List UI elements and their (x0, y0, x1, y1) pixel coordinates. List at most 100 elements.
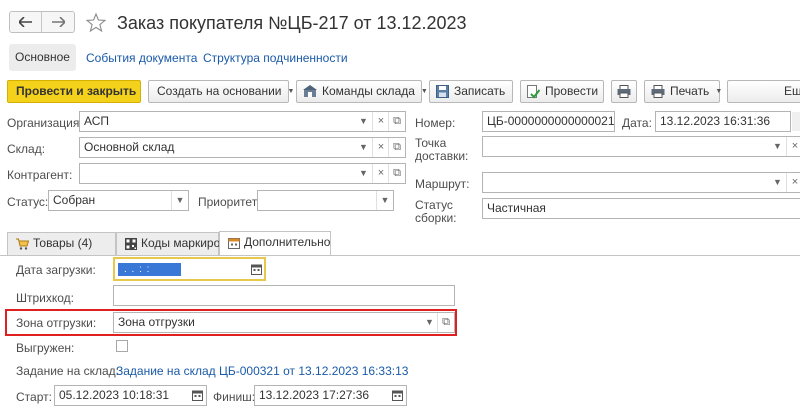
print-label: Печать (670, 84, 710, 98)
finish-label: Финиш: (213, 390, 256, 404)
route-clear-button[interactable]: × (786, 173, 800, 192)
dropdown-arrow-icon: ▼ (287, 88, 295, 96)
counterparty-open-button[interactable]: ⧉ (388, 164, 405, 183)
organization-field[interactable]: АСП ▼ × ⧉ (79, 111, 406, 132)
assembly-status-label-line1: Статус (415, 198, 453, 212)
delivery-point-clear-button[interactable]: × (786, 137, 800, 156)
status-value: Собран (53, 193, 96, 207)
assembly-status-label: Статус сборки: (415, 199, 457, 225)
dropdown-arrow-icon: ▼ (715, 88, 723, 96)
quick-print-button[interactable] (611, 80, 637, 103)
shipping-zone-open-button[interactable]: ⧉ (437, 313, 454, 332)
load-date-label: Дата загрузки: (16, 263, 96, 277)
priority-dropdown-button[interactable]: ▼ (376, 191, 393, 210)
warehouse-open-button[interactable]: ⧉ (388, 138, 405, 157)
warehouse-dropdown-button[interactable]: ▼ (355, 138, 372, 157)
favorite-star-icon[interactable] (86, 13, 106, 32)
date-calendar-button[interactable] (792, 112, 800, 131)
load-date-selection: . . : : (118, 263, 181, 276)
arrow-right-icon (51, 17, 65, 27)
save-button[interactable]: Записать (429, 80, 513, 103)
warehouse-commands-button[interactable]: Команды склада ▼ (296, 80, 428, 103)
counterparty-clear-button[interactable]: × (372, 164, 389, 183)
delivery-point-label: Точка доставки: (415, 137, 468, 163)
barcode-label: Штрихкод: (16, 291, 75, 305)
delivery-point-label-line1: Точка (415, 136, 447, 150)
more-button[interactable]: Еще (727, 80, 800, 103)
route-label: Маршрут: (415, 177, 470, 191)
counterparty-field[interactable]: ▼ × ⧉ (79, 163, 406, 184)
create-based-on-button[interactable]: Создать на основании ▼ (148, 80, 294, 103)
barcode-field[interactable] (113, 285, 455, 306)
forward-button[interactable] (42, 12, 74, 32)
organization-dropdown-button[interactable]: ▼ (355, 112, 372, 131)
calendar-icon (192, 390, 203, 401)
status-field[interactable]: Собран ▼ (48, 190, 189, 211)
warehouse-commands-label: Команды склада (322, 84, 415, 98)
finish-field[interactable]: 13.12.2023 17:27:36 (254, 385, 407, 406)
status-label: Статус: (7, 195, 49, 209)
shipping-zone-value: Зона отгрузки (118, 315, 195, 329)
finish-value: 13.12.2023 17:27:36 (259, 388, 370, 402)
tab-goods[interactable]: Товары (4) (7, 232, 116, 255)
page-title: Заказ покупателя №ЦБ-217 от 13.12.2023 (117, 13, 467, 33)
back-button[interactable] (10, 12, 42, 32)
doc-tab-events[interactable]: События документа (86, 51, 197, 65)
warehouse-label: Склад: (7, 142, 46, 156)
tab-marking-codes[interactable]: Коды маркировки (116, 232, 239, 255)
doc-tab-main[interactable]: Основное (9, 44, 76, 71)
date-field[interactable]: 13.12.2023 16:31:36 (655, 111, 791, 132)
warehouse-field[interactable]: Основной склад ▼ × ⧉ (79, 137, 406, 158)
start-field[interactable]: 05.12.2023 10:18:31 (54, 385, 207, 406)
calendar-icon (250, 264, 262, 275)
floppy-disk-icon (436, 85, 449, 99)
warehouse-task-label: Задание на склад: (16, 364, 119, 378)
warehouse-value: Основной склад (84, 140, 175, 154)
delivery-point-dropdown-button[interactable]: ▼ (769, 137, 786, 156)
counterparty-label: Контрагент: (7, 168, 73, 182)
create-based-on-label: Создать на основании (157, 84, 282, 98)
tab-additional[interactable]: Дополнительно (219, 231, 331, 255)
start-value: 05.12.2023 10:18:31 (59, 388, 170, 402)
organization-open-button[interactable]: ⧉ (388, 112, 405, 131)
assembly-status-field: Частичная (482, 198, 800, 219)
shipping-zone-field[interactable]: Зона отгрузки ▼ ⧉ (113, 312, 455, 333)
number-label: Номер: (415, 116, 456, 130)
nav-back-forward (9, 11, 75, 33)
arrow-left-icon (19, 17, 32, 27)
route-field[interactable]: ▼ × (482, 172, 800, 193)
tab-goods-label: Товары (4) (33, 236, 93, 250)
warehouse-icon (303, 85, 317, 98)
warehouse-task-link[interactable]: Задание на склад ЦБ-000321 от 13.12.2023… (116, 364, 408, 378)
tab-additional-label: Дополнительно (244, 235, 331, 249)
priority-field[interactable]: ▼ (257, 190, 394, 211)
shipping-zone-label: Зона отгрузки: (16, 316, 97, 330)
shipping-zone-dropdown-button[interactable]: ▼ (421, 313, 438, 332)
post-button[interactable]: Провести (520, 80, 604, 103)
post-and-close-button[interactable]: Провести и закрыть (7, 80, 141, 103)
start-calendar-button[interactable] (189, 386, 206, 405)
warehouse-clear-button[interactable]: × (372, 138, 389, 157)
doc-tab-structure[interactable]: Структура подчиненности (203, 51, 348, 65)
exported-label: Выгружен: (16, 341, 75, 355)
finish-calendar-button[interactable] (389, 386, 406, 405)
calendar-icon (392, 390, 403, 401)
date-label: Дата: (622, 116, 652, 130)
printer-icon (617, 85, 631, 98)
calendar-icon (228, 237, 240, 249)
post-document-icon (527, 84, 540, 99)
status-dropdown-button[interactable]: ▼ (171, 191, 188, 210)
exported-checkbox[interactable] (116, 340, 128, 352)
load-date-field[interactable]: . . : : (113, 257, 266, 281)
assembly-status-value: Частичная (487, 201, 546, 215)
load-date-calendar-button[interactable] (248, 260, 264, 278)
route-dropdown-button[interactable]: ▼ (769, 173, 786, 192)
number-field[interactable]: ЦБ-00000000000000217 (482, 111, 615, 132)
organization-clear-button[interactable]: × (372, 112, 389, 131)
assembly-status-label-line2: сборки: (415, 211, 457, 225)
print-button[interactable]: Печать ▼ (644, 80, 723, 103)
counterparty-dropdown-button[interactable]: ▼ (355, 164, 372, 183)
delivery-point-field[interactable]: ▼ × (482, 136, 800, 157)
save-label: Записать (454, 84, 506, 98)
priority-label: Приоритет: (198, 195, 261, 209)
